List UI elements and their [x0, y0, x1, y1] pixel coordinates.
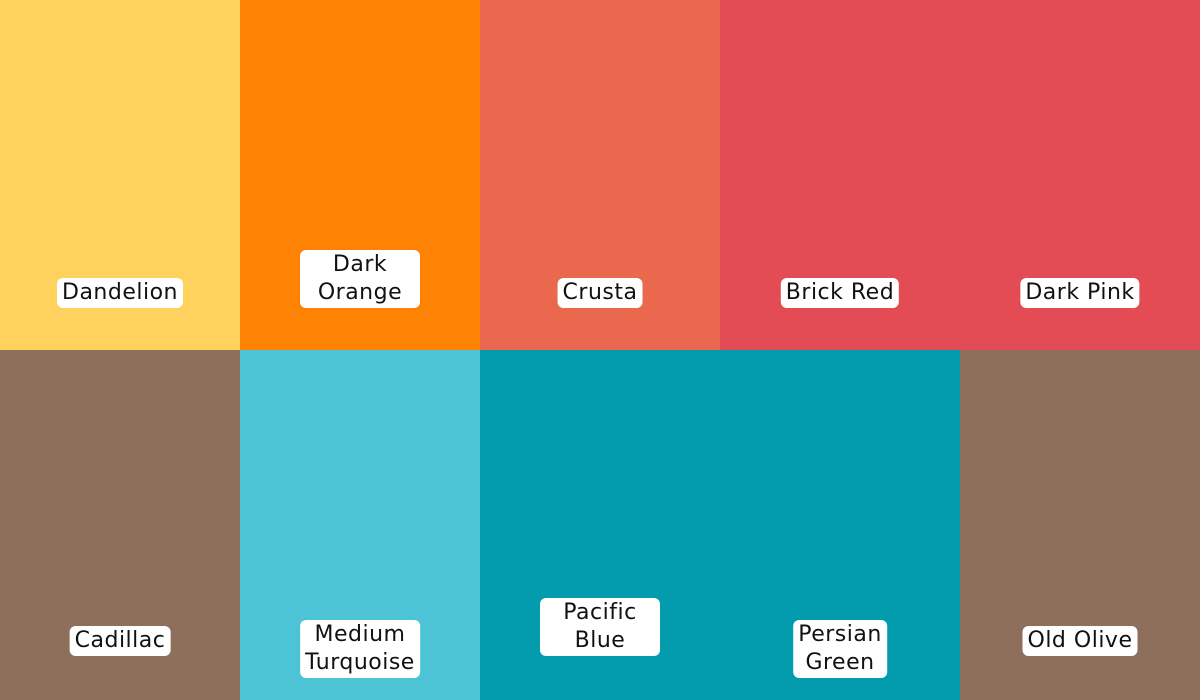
swatch-dark-orange: Dark Orange	[240, 0, 480, 350]
swatch-pacific-blue: Pacific Blue	[480, 350, 720, 700]
color-swatch-grid: Dandelion Dark Orange Crusta Brick Red D…	[0, 0, 1200, 700]
swatch-medium-turquoise: Medium Turquoise	[240, 350, 480, 700]
swatch-old-olive: Old Olive	[960, 350, 1200, 700]
swatch-label-cadillac: Cadillac	[69, 626, 171, 656]
swatch-label-medium-turquoise: Medium Turquoise	[300, 620, 420, 678]
swatch-label-persian-green: Persian Green	[793, 620, 887, 678]
swatch-dandelion: Dandelion	[0, 0, 240, 350]
swatch-label-crusta: Crusta	[557, 278, 643, 308]
swatch-brick-red: Brick Red	[720, 0, 960, 350]
swatch-dark-pink: Dark Pink	[960, 0, 1200, 350]
swatch-cadillac: Cadillac	[0, 350, 240, 700]
swatch-persian-green: Persian Green	[720, 350, 960, 700]
swatch-label-brick-red: Brick Red	[780, 278, 900, 308]
swatch-label-dark-pink: Dark Pink	[1020, 278, 1140, 308]
swatch-crusta: Crusta	[480, 0, 720, 350]
swatch-label-old-olive: Old Olive	[1022, 626, 1138, 656]
swatch-label-dandelion: Dandelion	[57, 278, 183, 308]
swatch-label-dark-orange: Dark Orange	[300, 250, 420, 308]
swatch-label-pacific-blue: Pacific Blue	[540, 598, 660, 656]
